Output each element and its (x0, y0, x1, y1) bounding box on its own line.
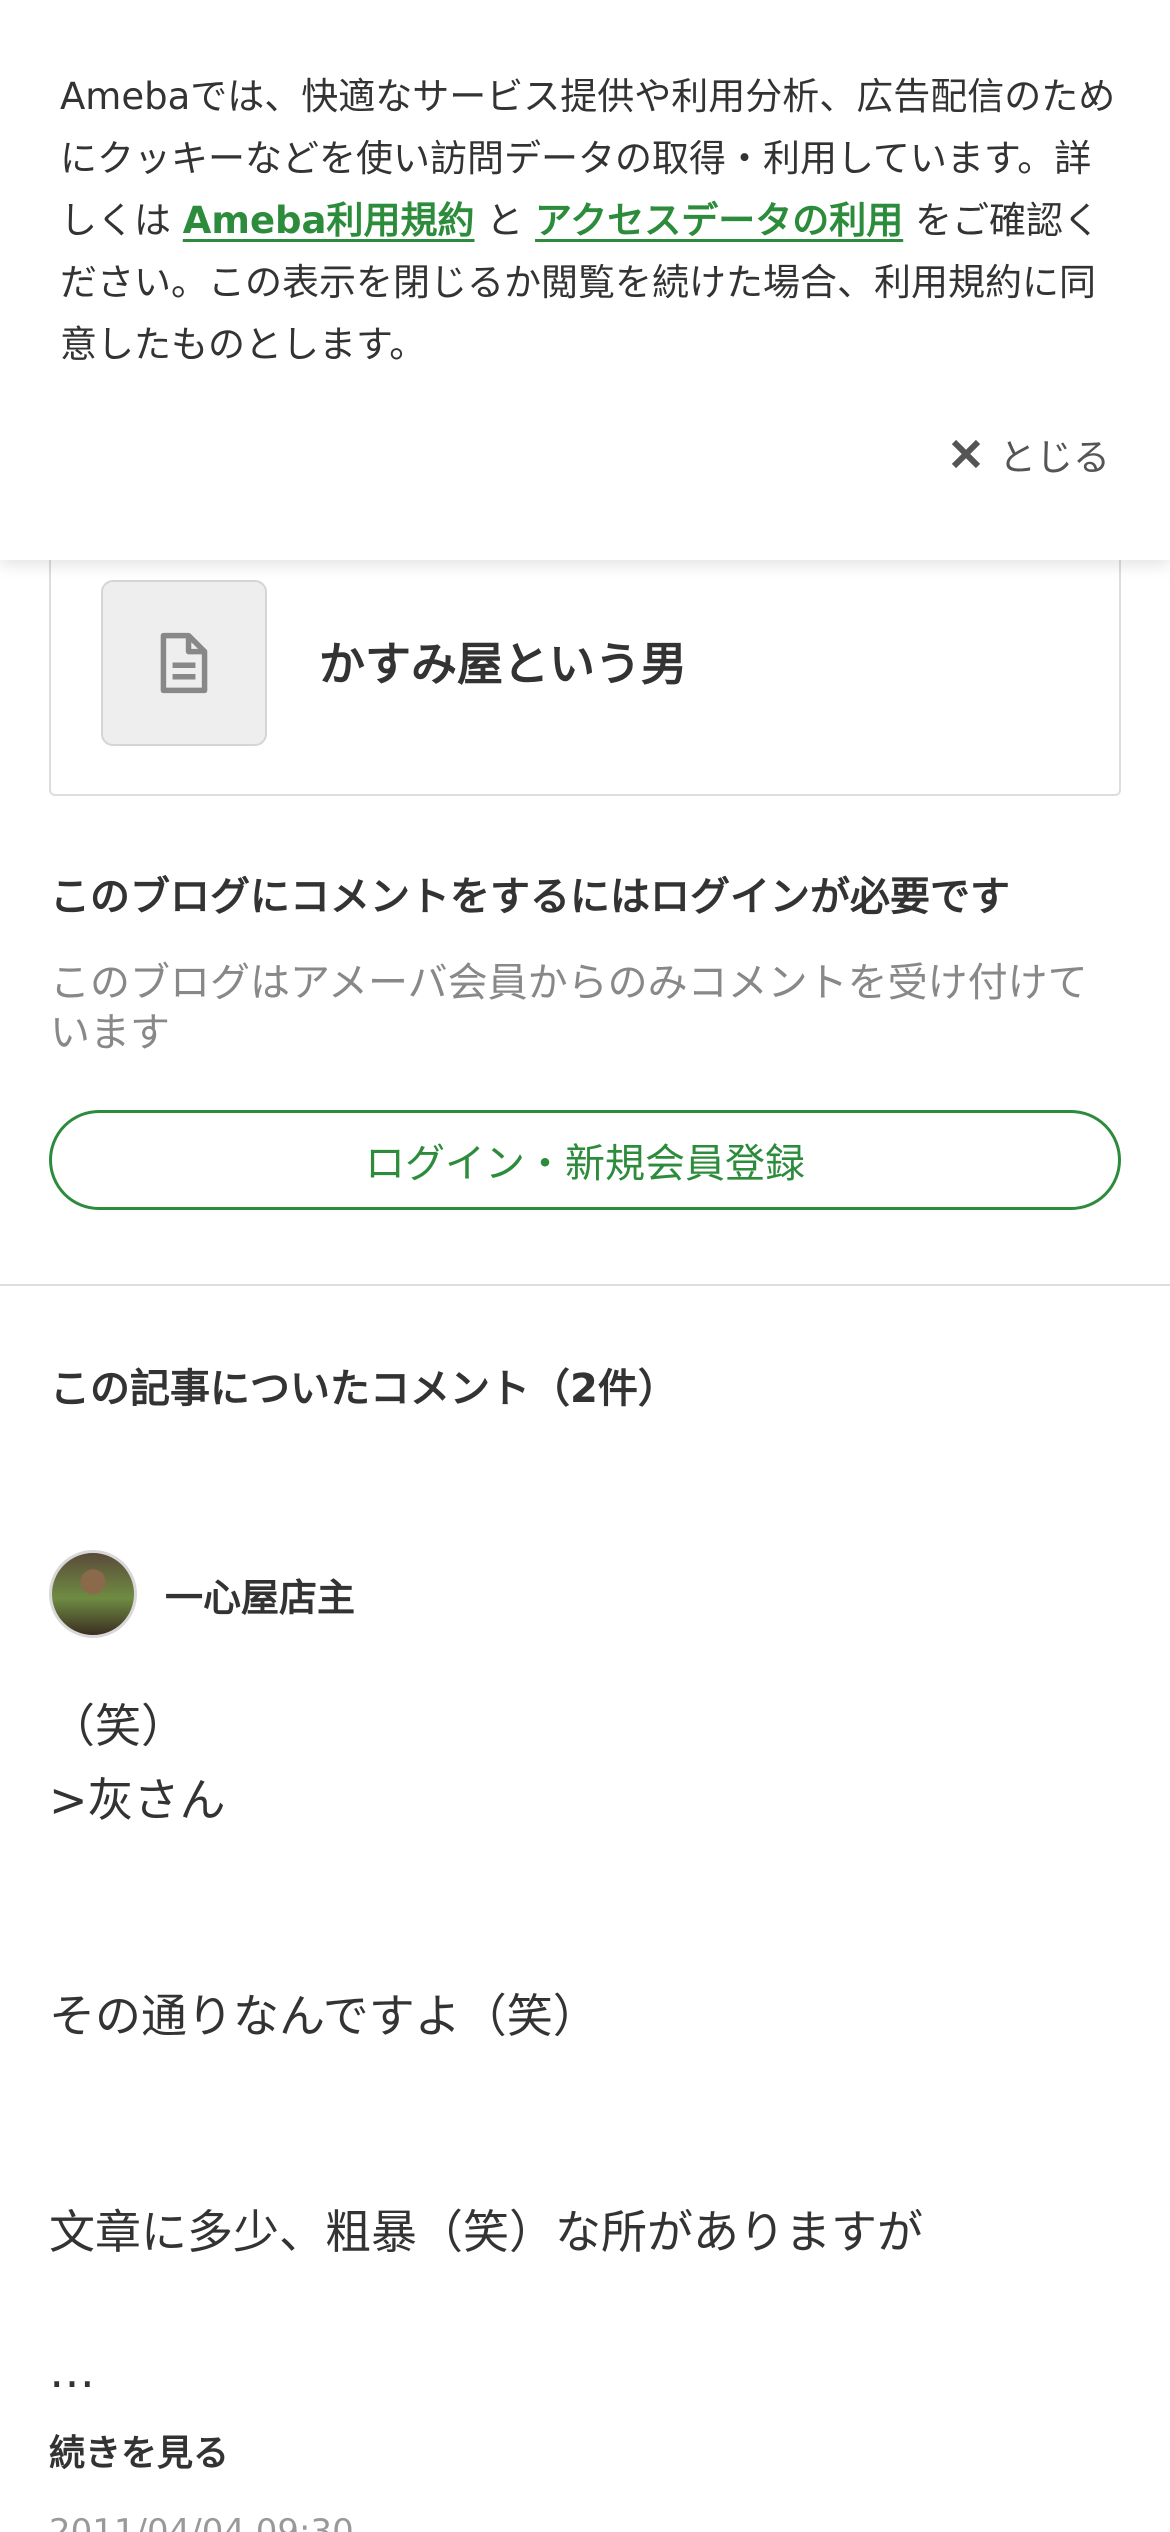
close-button[interactable]: とじる (951, 424, 1110, 484)
login-note: このブログはアメーバ会員からのみコメントを受け付けています (50, 960, 1088, 1056)
close-icon (951, 439, 981, 469)
comment-line: 文章に多少、粗暴（笑）な所がありますが (49, 2205, 923, 2259)
article-title: かすみ屋という男 (319, 637, 687, 691)
comment-line: … (49, 2344, 95, 2398)
comment-line: その通りなんですよ（笑） (49, 1989, 599, 2043)
login-required-heading: このブログにコメントをするにはログインが必要です (50, 874, 1010, 920)
login-register-button[interactable]: ログイン・新規会員登録 (49, 1110, 1121, 1210)
close-label: とじる (999, 436, 1110, 479)
comments-heading: この記事についたコメント（2件） (50, 1366, 678, 1412)
cookie-message: Amebaでは、快適なサービス提供や利用分析、広告配信のためにクッキーなどを使い… (60, 66, 1120, 376)
author-name[interactable]: 一心屋店主 (165, 1567, 355, 1622)
comment-line: （笑） (49, 1699, 187, 1753)
comment-line: >灰さん (49, 1773, 226, 1827)
article-card[interactable]: かすみ屋という男 (49, 520, 1121, 796)
section-divider (0, 1284, 1170, 1286)
terms-link[interactable]: Ameba利用規約 (183, 199, 475, 242)
cookie-banner: Amebaでは、快適なサービス提供や利用分析、広告配信のためにクッキーなどを使い… (0, 0, 1170, 560)
comment-date: 2011/04/04 09:30 (49, 2512, 354, 2532)
access-data-link[interactable]: アクセスデータの利用 (535, 199, 903, 242)
comment-author[interactable]: 一心屋店主 (49, 1550, 355, 1638)
article-thumbnail (101, 580, 267, 746)
document-icon (160, 632, 208, 694)
avatar[interactable] (49, 1550, 137, 1638)
cookie-text-part-2: と (486, 199, 524, 242)
read-more-link[interactable]: 続きを見る (49, 2424, 229, 2476)
